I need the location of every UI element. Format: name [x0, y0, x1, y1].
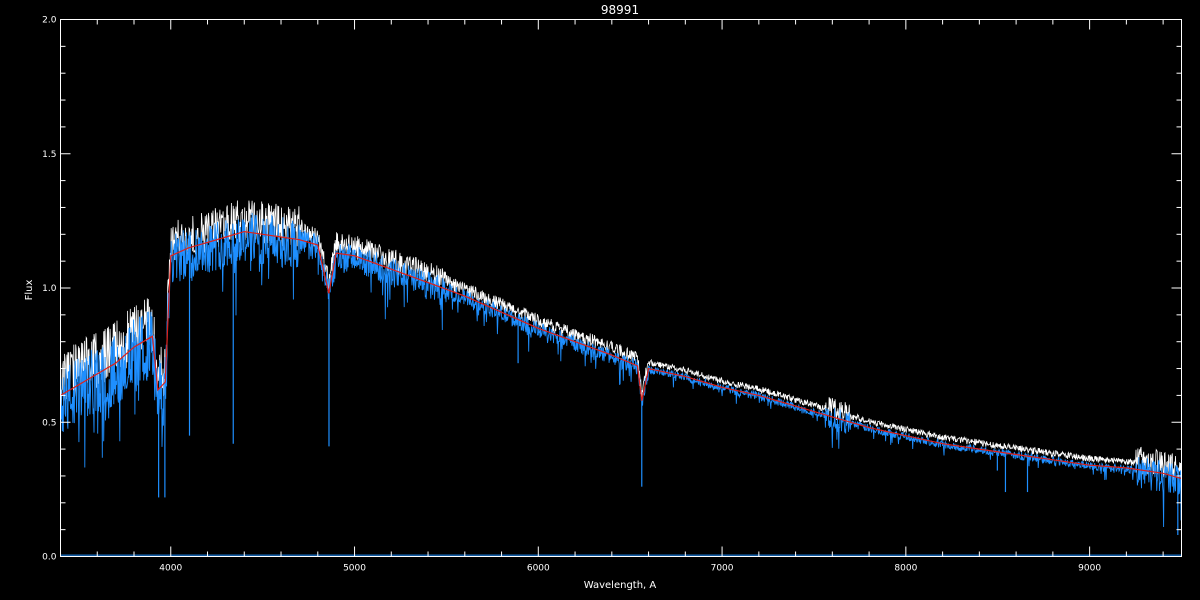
chart-title: 98991	[601, 3, 639, 17]
y-tick-label: 2.0	[42, 16, 57, 26]
x-tick-label: 9000	[1078, 564, 1101, 574]
x-tick-label: 8000	[894, 564, 917, 574]
y-tick-label: 0.0	[42, 553, 57, 563]
x-tick-label: 4000	[159, 564, 182, 574]
x-tick-label: 5000	[343, 564, 366, 574]
x-axis-label: Wavelength, A	[584, 580, 657, 591]
y-axis-label: Flux	[24, 280, 35, 301]
x-tick-label: 7000	[711, 564, 734, 574]
y-tick-label: 1.0	[42, 284, 57, 294]
y-tick-label: 0.5	[42, 418, 56, 428]
spectrum-chart: 98991 Wavelength, A Flux 4000 5000 6000 700…	[0, 0, 1200, 600]
x-tick-label: 6000	[527, 564, 550, 574]
chart-background	[0, 0, 1200, 600]
y-tick-label: 1.5	[42, 150, 56, 160]
